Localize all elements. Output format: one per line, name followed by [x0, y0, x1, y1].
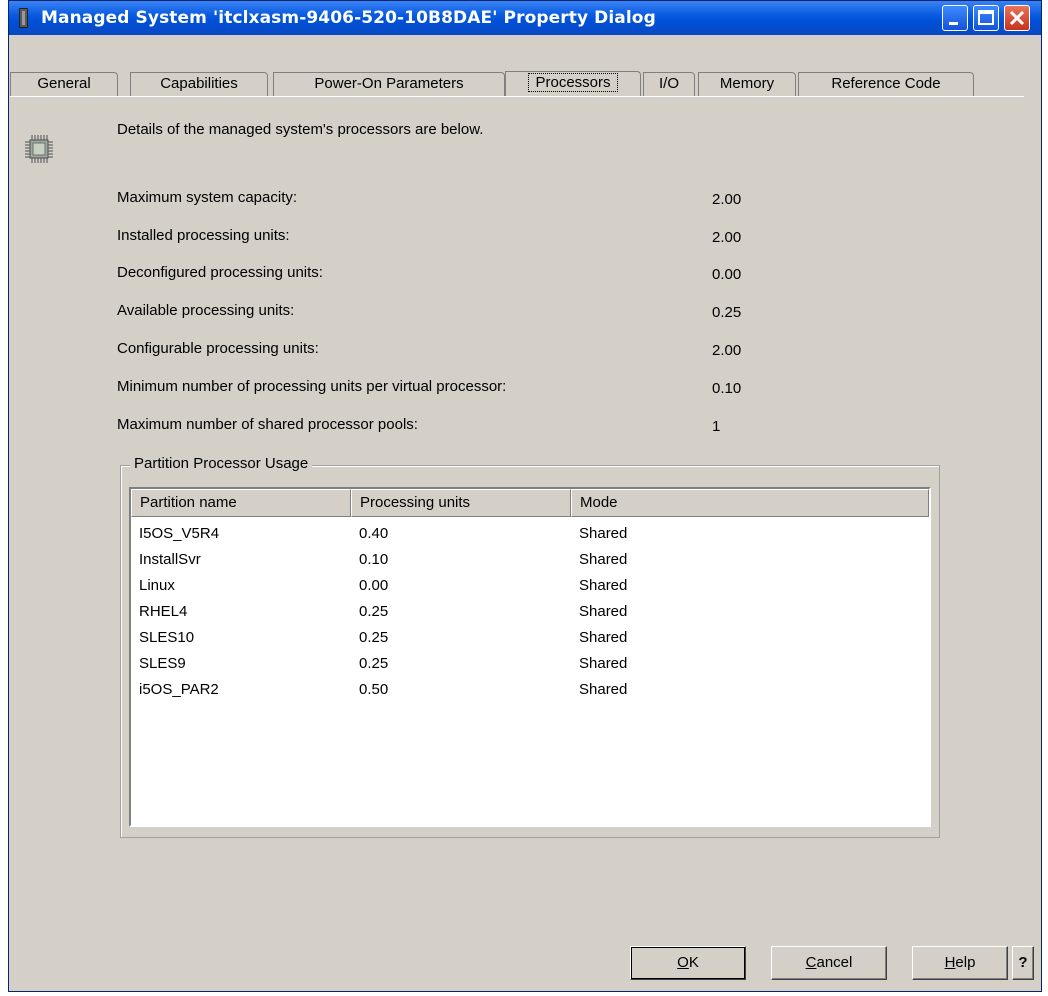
cell-partition-name: SLES10: [139, 629, 195, 646]
column-header-partition-name[interactable]: Partition name: [131, 489, 351, 517]
cell-mode: Shared: [579, 629, 628, 646]
minimize-icon: [949, 22, 958, 25]
partition-usage-table[interactable]: Partition name Processing units Mode I5O…: [129, 487, 931, 827]
property-label: Minimum number of processing units per v…: [117, 378, 507, 395]
cell-processing-units: 0.25: [359, 629, 389, 646]
maximize-button[interactable]: [973, 5, 999, 31]
ok-mnemonic: O: [677, 954, 689, 971]
title-bar[interactable]: Managed System 'itclxasm-9406-520-10B8DA…: [9, 1, 1041, 35]
tab-label: General: [37, 75, 91, 92]
cell-mode: Shared: [579, 681, 628, 698]
close-icon: [1009, 10, 1025, 26]
cancel-button[interactable]: Cancel: [771, 946, 887, 980]
cell-partition-name: I5OS_V5R4: [139, 525, 220, 542]
cell-processing-units: 0.25: [359, 655, 389, 672]
close-button[interactable]: [1004, 5, 1030, 31]
property-value: 0.10: [712, 380, 742, 397]
group-title: Partition Processor Usage: [130, 455, 313, 472]
column-header-processing-units[interactable]: Processing units: [351, 489, 571, 517]
cell-partition-name: InstallSvr: [139, 551, 201, 568]
processor-chip-icon: [25, 135, 53, 163]
cancel-mnemonic: C: [805, 954, 817, 971]
minimize-button[interactable]: [942, 5, 968, 31]
tab-power-on-parameters[interactable]: Power-On Parameters: [273, 72, 505, 96]
ok-button[interactable]: OK: [630, 946, 746, 980]
table-row[interactable]: I5OS_V5R4 0.40 Shared: [131, 521, 929, 547]
tab-reference-code[interactable]: Reference Code: [798, 72, 974, 96]
tab-label: I/O: [658, 75, 679, 92]
cell-partition-name: RHEL4: [139, 603, 188, 620]
help-button[interactable]: Help: [912, 946, 1008, 980]
cell-processing-units: 0.10: [359, 551, 389, 568]
table-row[interactable]: InstallSvr 0.10 Shared: [131, 547, 929, 573]
column-header-mode[interactable]: Mode: [571, 489, 929, 517]
tab-processors[interactable]: Processors: [505, 71, 641, 97]
cell-mode: Shared: [579, 655, 628, 672]
app-icon: [19, 8, 28, 28]
cell-partition-name: SLES9: [139, 655, 186, 672]
property-value: 1: [712, 418, 721, 435]
table-row[interactable]: SLES10 0.25 Shared: [131, 625, 929, 651]
table-row[interactable]: i5OS_PAR2 0.50 Shared: [131, 677, 929, 703]
cell-mode: Shared: [579, 525, 628, 542]
window-title: Managed System 'itclxasm-9406-520-10B8DA…: [41, 8, 656, 28]
table-row[interactable]: SLES9 0.25 Shared: [131, 651, 929, 677]
tab-label: Memory: [719, 75, 775, 92]
help-label: elp: [955, 954, 976, 971]
property-value: 0.00: [712, 266, 742, 283]
description-text: Details of the managed system's processo…: [117, 121, 484, 138]
property-label: Deconfigured processing units:: [117, 264, 323, 281]
property-value: 2.00: [712, 342, 742, 359]
cell-partition-name: i5OS_PAR2: [139, 681, 219, 698]
ok-label: K: [688, 954, 699, 971]
tab-label: Reference Code: [831, 75, 941, 92]
cell-mode: Shared: [579, 603, 628, 620]
property-label: Available processing units:: [117, 302, 295, 319]
tab-label: Capabilities: [160, 75, 238, 92]
cell-processing-units: 0.50: [359, 681, 389, 698]
tab-capabilities[interactable]: Capabilities: [130, 72, 268, 96]
property-value: 2.00: [712, 191, 742, 208]
tab-label: Processors: [528, 73, 618, 92]
property-label: Configurable processing units:: [117, 340, 319, 357]
maximize-icon: [978, 10, 994, 25]
cell-processing-units: 0.25: [359, 603, 389, 620]
cell-processing-units: 0.00: [359, 577, 389, 594]
tab-memory[interactable]: Memory: [698, 72, 796, 96]
table-row[interactable]: RHEL4 0.25 Shared: [131, 599, 929, 625]
property-label: Maximum number of shared processor pools…: [117, 416, 418, 433]
property-value: 2.00: [712, 229, 742, 246]
tab-general[interactable]: General: [10, 72, 118, 96]
cell-mode: Shared: [579, 577, 628, 594]
cell-processing-units: 0.40: [359, 525, 389, 542]
table-header: Partition name Processing units Mode: [131, 489, 931, 517]
cell-mode: Shared: [579, 551, 628, 568]
tab-io[interactable]: I/O: [643, 72, 695, 96]
property-label: Installed processing units:: [117, 227, 290, 244]
property-label: Maximum system capacity:: [117, 189, 298, 206]
cancel-label: ancel: [816, 954, 853, 971]
tab-label: Power-On Parameters: [314, 75, 464, 92]
property-value: 0.25: [712, 304, 742, 321]
table-row[interactable]: Linux 0.00 Shared: [131, 573, 929, 599]
help-mnemonic: H: [944, 954, 956, 971]
context-help-button[interactable]: ?: [1012, 946, 1034, 980]
cell-partition-name: Linux: [139, 577, 175, 594]
